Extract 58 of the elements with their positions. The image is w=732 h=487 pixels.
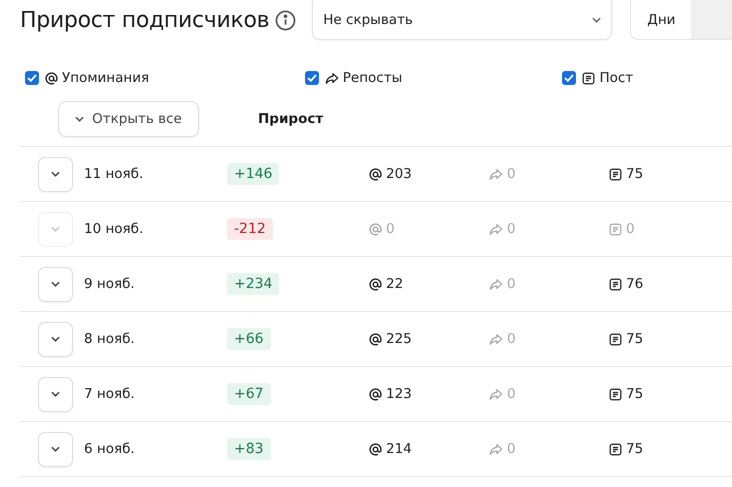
checkbox[interactable] [304, 71, 319, 85]
filter-dropdown[interactable]: Не скрывать [312, 0, 612, 40]
date-cell: 8 нояб. [84, 330, 135, 347]
expand-row-button[interactable] [38, 432, 73, 466]
expand-row-button[interactable] [38, 156, 73, 192]
chevron-down-icon [51, 281, 60, 287]
checkbox[interactable] [25, 71, 39, 85]
metric-value: 225 [386, 330, 412, 349]
date-cell: 6 нояб. [84, 440, 135, 457]
metric-value: 0 [507, 220, 516, 239]
at-icon [45, 72, 58, 84]
growth-value: +83 [227, 438, 271, 460]
metric-value: 203 [386, 164, 412, 184]
expand-row-button[interactable] [38, 376, 73, 412]
date-cell: 11 нояб. [84, 166, 144, 182]
chevron-down-icon [75, 116, 84, 122]
page-title: Прирост подписчиков [20, 6, 270, 34]
metric-value: 0 [507, 384, 516, 404]
date-cell: 9 нояб. [84, 276, 135, 292]
checkbox-label: Пост [599, 68, 634, 88]
checkbox-label: Упоминания [62, 68, 150, 88]
chevron-down-icon [51, 171, 60, 177]
chevron-down-icon [592, 17, 602, 23]
metric-value: 214 [386, 440, 412, 459]
chevron-down-icon [51, 226, 60, 232]
expand-all-button[interactable]: Открыть все [58, 101, 199, 137]
chevron-down-icon [51, 446, 60, 452]
growth-value: +67 [227, 382, 271, 404]
checkbox[interactable] [562, 71, 576, 85]
metric-value: 123 [386, 384, 412, 404]
growth-value: -212 [227, 218, 273, 240]
growth-value: +66 [227, 328, 271, 350]
metric-value: 75 [626, 330, 644, 349]
info-icon[interactable] [275, 10, 296, 30]
metric-value: 0 [626, 220, 635, 239]
period-tab[interactable] [691, 0, 732, 39]
metric-value: 0 [386, 220, 395, 239]
metric-value: 0 [507, 440, 516, 459]
date-cell: 10 нояб. [84, 220, 144, 237]
growth-value: +234 [227, 272, 280, 294]
metric-value: 75 [626, 164, 644, 184]
chevron-down-icon [51, 336, 60, 342]
chevron-down-icon [51, 391, 60, 397]
growth-value: +146 [227, 162, 280, 184]
expand-row-button[interactable] [38, 322, 73, 356]
metric-value: 0 [507, 330, 516, 349]
metric-value: 0 [507, 164, 516, 184]
column-header: Прирост [258, 110, 324, 129]
share-arrow-icon [324, 72, 339, 84]
metric-value: 22 [386, 274, 404, 294]
metric-value: 76 [626, 274, 644, 294]
metric-value: 0 [507, 274, 516, 294]
metric-value: 75 [626, 384, 644, 404]
expand-row-button[interactable] [38, 266, 73, 302]
metric-value: 75 [626, 440, 644, 459]
date-cell: 7 нояб. [84, 386, 135, 402]
checkbox-label: Репосты [342, 68, 402, 88]
document-icon [582, 72, 596, 84]
